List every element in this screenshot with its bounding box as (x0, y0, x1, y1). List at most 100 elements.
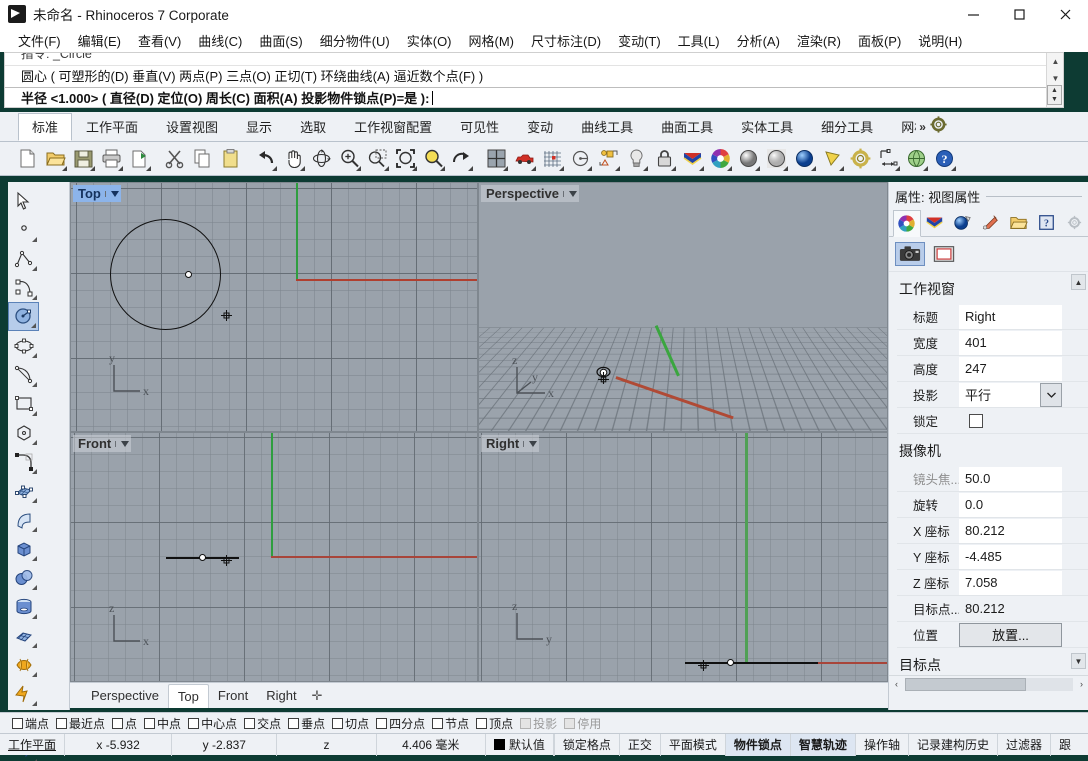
toolbar-tab-surface-tools[interactable]: 曲面工具 (647, 113, 727, 141)
property-value-lens-length[interactable]: 50.0 (959, 467, 1062, 491)
circle-icon[interactable] (8, 302, 39, 331)
toolbar-tab-set-view[interactable]: 设置视图 (152, 113, 232, 141)
lock-checkbox[interactable] (969, 414, 983, 428)
menu-analyze[interactable]: 分析(A) (729, 29, 789, 52)
toggle-grid-snap[interactable]: 锁定格点 (554, 734, 619, 756)
lock-icon[interactable] (651, 146, 677, 172)
color-wheel-icon[interactable] (707, 146, 733, 172)
curve-fillet-icon[interactable] (8, 447, 39, 476)
box-solid-icon[interactable] (8, 534, 39, 563)
toggle-planar[interactable]: 平面模式 (660, 734, 725, 756)
viewport-frame-icon[interactable] (929, 242, 959, 266)
car-render-icon[interactable] (511, 146, 537, 172)
property-value-camera-x[interactable]: 80.212 (959, 519, 1062, 543)
osnap-intersection[interactable]: 交点 (244, 715, 281, 732)
osnap-point[interactable]: 点 (112, 715, 137, 732)
rendered-sphere-icon[interactable] (791, 146, 817, 172)
menu-tools[interactable]: 工具(L) (670, 29, 729, 52)
toolbar-tab-select[interactable]: 选取 (286, 113, 340, 141)
osnap-disable[interactable]: 停用 (564, 715, 601, 732)
menu-transform[interactable]: 变动(T) (610, 29, 670, 52)
menu-render[interactable]: 渲染(R) (789, 29, 850, 52)
layer-icon[interactable] (679, 146, 705, 172)
paste-clipboard-icon[interactable] (217, 146, 243, 172)
osnap-mid[interactable]: 中点 (144, 715, 181, 732)
toggle-record-history[interactable]: 记录建构历史 (908, 734, 997, 756)
viewport-tab-top[interactable]: Top (168, 684, 209, 708)
property-value-projection[interactable]: 平行 (959, 383, 1062, 407)
chevron-down-icon[interactable] (115, 441, 129, 447)
mesh-icon[interactable] (8, 621, 39, 650)
osnap-perpendicular-checkbox[interactable] (288, 718, 299, 729)
globe-icon[interactable] (903, 146, 929, 172)
material-properties-icon[interactable] (977, 209, 1005, 236)
viewport-tab-right[interactable]: Right (257, 684, 305, 708)
viewport-right[interactable]: z y Right (478, 432, 888, 682)
osnap-tangent-checkbox[interactable] (332, 718, 343, 729)
osnap-end-checkbox[interactable] (12, 718, 23, 729)
ghosted-sphere-icon[interactable] (763, 146, 789, 172)
toggle-filter[interactable]: 过滤器 (997, 734, 1050, 756)
chevron-down-icon[interactable] (1040, 383, 1062, 407)
property-value-width[interactable]: 401 (959, 331, 1062, 355)
osnap-knot[interactable]: 节点 (432, 715, 469, 732)
viewport-tab-perspective[interactable]: Perspective (82, 684, 168, 708)
command-spin-up-icon[interactable]: ▲ (1048, 86, 1061, 95)
new-file-icon[interactable] (14, 146, 40, 172)
ellipse-icon[interactable] (8, 331, 39, 360)
menu-mesh[interactable]: 网格(M) (461, 29, 524, 52)
osnap-disable-checkbox[interactable] (564, 718, 575, 729)
command-spin-down-icon[interactable]: ▼ (1048, 95, 1061, 104)
object-properties-icon[interactable] (893, 210, 921, 237)
add-viewport-tab-icon[interactable]: ✛ (306, 686, 329, 706)
property-value-height[interactable]: 247 (959, 357, 1062, 381)
toolbar-tab-subd-tools[interactable]: 细分工具 (807, 113, 887, 141)
viewport-label-top[interactable]: Top (73, 185, 121, 202)
dimension-icon[interactable] (875, 146, 901, 172)
osnap-point-checkbox[interactable] (112, 718, 123, 729)
property-value-camera-z[interactable]: 7.058 (959, 571, 1062, 595)
camera-icon[interactable] (895, 242, 925, 266)
options-gear-icon[interactable] (847, 146, 873, 172)
hscroll-left-icon[interactable]: ‹ (889, 679, 904, 689)
osnap-quadrant[interactable]: 四分点 (376, 715, 425, 732)
control-point-curve-icon[interactable] (8, 273, 39, 302)
cylinder-icon[interactable] (8, 592, 39, 621)
chevron-down-icon[interactable] (563, 191, 577, 197)
circle-center-point-right[interactable] (727, 659, 734, 666)
chevron-down-icon[interactable] (105, 191, 119, 197)
zoom-extents-icon[interactable] (392, 146, 418, 172)
pan-hand-icon[interactable] (280, 146, 306, 172)
grid-snap-icon[interactable] (539, 146, 565, 172)
ortho-icon[interactable] (567, 146, 593, 172)
menu-panels[interactable]: 面板(P) (850, 29, 910, 52)
planar-icon[interactable] (595, 146, 621, 172)
chevron-down-icon[interactable] (523, 441, 537, 447)
rotate-view-icon[interactable] (308, 146, 334, 172)
minimize-button[interactable] (950, 0, 996, 28)
property-value-title[interactable]: Right (959, 305, 1062, 329)
sphere-boolean-icon[interactable] (8, 563, 39, 592)
hscroll-right-icon[interactable]: › (1074, 679, 1088, 689)
viewport-top[interactable]: y x Top (70, 182, 478, 432)
subd-icon[interactable] (8, 650, 39, 679)
rectangle-icon[interactable] (8, 389, 39, 418)
osnap-quadrant-checkbox[interactable] (376, 718, 387, 729)
property-value-rotation[interactable]: 0.0 (959, 493, 1062, 517)
select-arrow-icon[interactable] (8, 186, 39, 215)
property-value-camera-y[interactable]: -4.485 (959, 545, 1062, 569)
properties-scroll-up-icon[interactable]: ▲ (1071, 274, 1086, 290)
menu-curve[interactable]: 曲线(C) (190, 29, 251, 52)
light-bulb-icon[interactable] (623, 146, 649, 172)
toolbar-tabs-overflow-icon[interactable]: » (917, 114, 928, 140)
osnap-vertex-checkbox[interactable] (476, 718, 487, 729)
menu-subd[interactable]: 细分物件(U) (312, 29, 399, 52)
help-icon[interactable]: ? (931, 146, 957, 172)
polyline-icon[interactable] (8, 244, 39, 273)
point-icon[interactable] (8, 215, 39, 244)
viewport-tab-front[interactable]: Front (209, 684, 257, 708)
export-icon[interactable] (126, 146, 152, 172)
toggle-osnap[interactable]: 物件锁点 (725, 734, 790, 756)
circle-object-top[interactable] (110, 219, 221, 330)
osnap-center[interactable]: 中心点 (188, 715, 237, 732)
